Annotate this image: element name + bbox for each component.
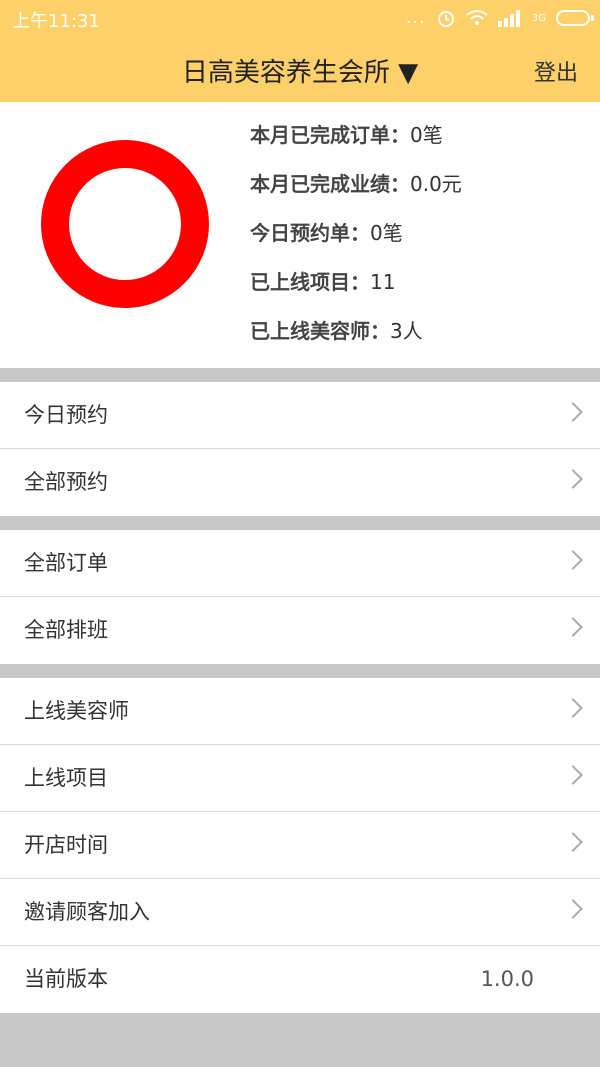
stat-monthly-revenue: 本月已完成业绩：0.0元 [250, 172, 462, 196]
menu-today-appointments[interactable]: 今日预约 [0, 382, 600, 449]
version-value: 1.0.0 [480, 967, 534, 991]
menu-all-schedules[interactable]: 全部排班 [0, 597, 600, 664]
more-dots-icon: ... [405, 7, 426, 28]
status-icons: ... 3G [405, 7, 594, 28]
alarm-icon [437, 11, 454, 27]
menu-opening-hours[interactable]: 开店时间 [0, 812, 600, 879]
signal-icon [497, 10, 520, 27]
status-bar: 上午11:31 ... 3G [0, 0, 600, 38]
bottom-spacer [0, 1020, 600, 1067]
stat-monthly-orders: 本月已完成订单：0笔 [250, 123, 443, 147]
chevron-right-icon [563, 550, 583, 570]
menu-invite-customers[interactable]: 邀请顾客加入 [0, 879, 600, 946]
settings-group: 上线美容师 上线项目 开店时间 邀请顾客加入 当前版本 1.0.0 [0, 678, 600, 1013]
network-type-label: 3G [531, 12, 546, 24]
stat-online-beauticians: 已上线美容师：3人 [250, 319, 423, 343]
store-selector[interactable]: 日高美容养生会所 ▼ [0, 52, 600, 89]
stat-today-appointments: 今日预约单：0笔 [250, 221, 403, 245]
wifi-icon [466, 10, 488, 25]
status-time: 上午11:31 [12, 11, 100, 32]
menu-current-version: 当前版本 1.0.0 [0, 946, 600, 1013]
chevron-right-icon [563, 402, 583, 422]
chevron-right-icon [563, 617, 583, 637]
appointments-group: 今日预约 全部预约 [0, 382, 600, 516]
chevron-right-icon [563, 765, 583, 785]
chevron-right-icon [563, 698, 583, 718]
completion-ring [41, 140, 209, 308]
menu-online-projects[interactable]: 上线项目 [0, 745, 600, 812]
stat-online-projects: 已上线项目：11 [250, 270, 396, 294]
chevron-right-icon [563, 899, 583, 919]
battery-icon [556, 10, 594, 26]
logout-button[interactable]: 登出 [534, 55, 578, 87]
summary-panel: 本月已完成订单：0笔 本月已完成业绩：0.0元 今日预约单：0笔 已上线项目：1… [0, 102, 600, 368]
chevron-right-icon [563, 469, 583, 489]
menu-online-beauticians[interactable]: 上线美容师 [0, 678, 600, 745]
orders-group: 全部订单 全部排班 [0, 530, 600, 664]
chevron-right-icon [563, 832, 583, 852]
app-header: 日高美容养生会所 ▼ 登出 [0, 38, 600, 102]
menu-all-orders[interactable]: 全部订单 [0, 530, 600, 597]
menu-all-appointments[interactable]: 全部预约 [0, 449, 600, 516]
stats-list: 本月已完成订单：0笔 本月已完成业绩：0.0元 今日预约单：0笔 已上线项目：1… [250, 120, 462, 365]
